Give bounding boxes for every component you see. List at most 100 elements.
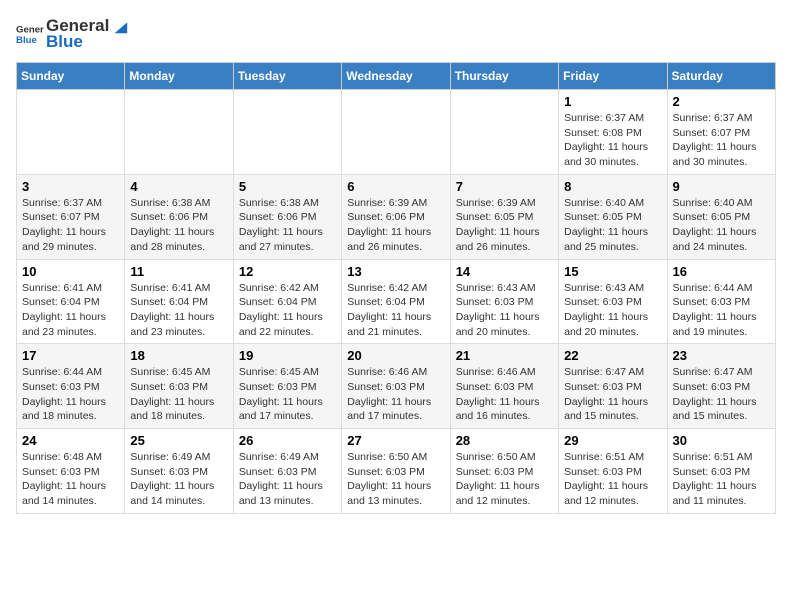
day-cell: 1Sunrise: 6:37 AM Sunset: 6:08 PM Daylig… [559, 90, 667, 175]
day-cell: 27Sunrise: 6:50 AM Sunset: 6:03 PM Dayli… [342, 429, 450, 514]
day-cell: 16 Sunrise: 6:44 AM Sunset: 6:03 PM Dayli… [667, 259, 775, 344]
day-number: 15 [564, 264, 661, 279]
weekday-header-sunday: Sunday [17, 63, 125, 90]
weekday-header-wednesday: Wednesday [342, 63, 450, 90]
day-cell [233, 90, 341, 175]
weekday-header-monday: Monday [125, 63, 233, 90]
day-number: 13 [347, 264, 444, 279]
day-cell: 20 Sunrise: 6:46 AM Sunset: 6:03 PM Dayli… [342, 344, 450, 429]
day-cell: 24 Sunrise: 6:48 AM Sunset: 6:03 PM Dayli… [17, 429, 125, 514]
day-cell: 12 Sunrise: 6:42 AM Sunset: 6:04 PM Dayli… [233, 259, 341, 344]
day-info: Sunrise: 6:38 AM Sunset: 6:06 PM Dayligh… [130, 196, 227, 255]
day-number: 3 [22, 179, 119, 194]
day-cell: 9 Sunrise: 6:40 AM Sunset: 6:05 PM Daylig… [667, 174, 775, 259]
day-number: 28 [456, 433, 553, 448]
day-info: Sunrise: 6:49 AM Sunset: 6:03 PM Dayligh… [130, 450, 227, 509]
day-info: Sunrise: 6:44 AM Sunset: 6:03 PM Dayligh… [673, 281, 770, 340]
day-info: Sunrise: 6:38 AM Sunset: 6:06 PM Dayligh… [239, 196, 336, 255]
day-number: 24 [22, 433, 119, 448]
day-info: Sunrise: 6:51 AM Sunset: 6:03 PM Dayligh… [564, 450, 661, 509]
day-number: 12 [239, 264, 336, 279]
day-info: Sunrise: 6:47 AM Sunset: 6:03 PM Dayligh… [564, 365, 661, 424]
day-info: Sunrise: 6:42 AM Sunset: 6:04 PM Dayligh… [239, 281, 336, 340]
day-cell: 7Sunrise: 6:39 AM Sunset: 6:05 PM Daylig… [450, 174, 558, 259]
page-header: General Blue General Blue [16, 16, 776, 52]
day-info: Sunrise: 6:43 AM Sunset: 6:03 PM Dayligh… [456, 281, 553, 340]
day-number: 26 [239, 433, 336, 448]
week-row-1: 1Sunrise: 6:37 AM Sunset: 6:08 PM Daylig… [17, 90, 776, 175]
week-row-2: 3Sunrise: 6:37 AM Sunset: 6:07 PM Daylig… [17, 174, 776, 259]
day-number: 8 [564, 179, 661, 194]
day-number: 29 [564, 433, 661, 448]
day-cell: 15 Sunrise: 6:43 AM Sunset: 6:03 PM Dayli… [559, 259, 667, 344]
day-info: Sunrise: 6:40 AM Sunset: 6:05 PM Dayligh… [673, 196, 770, 255]
weekday-header-thursday: Thursday [450, 63, 558, 90]
week-row-5: 24 Sunrise: 6:48 AM Sunset: 6:03 PM Dayli… [17, 429, 776, 514]
day-cell: 13 Sunrise: 6:42 AM Sunset: 6:04 PM Dayli… [342, 259, 450, 344]
svg-text:Blue: Blue [16, 35, 37, 46]
logo-icon: General Blue [16, 20, 44, 48]
day-number: 10 [22, 264, 119, 279]
day-number: 30 [673, 433, 770, 448]
day-number: 17 [22, 348, 119, 363]
day-number: 21 [456, 348, 553, 363]
day-cell [342, 90, 450, 175]
day-info: Sunrise: 6:49 AM Sunset: 6:03 PM Dayligh… [239, 450, 336, 509]
day-info: Sunrise: 6:50 AM Sunset: 6:03 PM Dayligh… [347, 450, 444, 509]
day-cell: 23Sunrise: 6:47 AM Sunset: 6:03 PM Dayli… [667, 344, 775, 429]
svg-text:General: General [16, 24, 44, 35]
calendar-table: SundayMondayTuesdayWednesdayThursdayFrid… [16, 62, 776, 514]
day-cell: 17 Sunrise: 6:44 AM Sunset: 6:03 PM Dayli… [17, 344, 125, 429]
day-number: 20 [347, 348, 444, 363]
day-number: 9 [673, 179, 770, 194]
day-info: Sunrise: 6:39 AM Sunset: 6:06 PM Dayligh… [347, 196, 444, 255]
day-cell: 26 Sunrise: 6:49 AM Sunset: 6:03 PM Dayli… [233, 429, 341, 514]
weekday-header-saturday: Saturday [667, 63, 775, 90]
day-number: 6 [347, 179, 444, 194]
day-number: 16 [673, 264, 770, 279]
weekday-header-tuesday: Tuesday [233, 63, 341, 90]
day-info: Sunrise: 6:43 AM Sunset: 6:03 PM Dayligh… [564, 281, 661, 340]
day-info: Sunrise: 6:41 AM Sunset: 6:04 PM Dayligh… [130, 281, 227, 340]
day-cell: 29 Sunrise: 6:51 AM Sunset: 6:03 PM Dayli… [559, 429, 667, 514]
day-info: Sunrise: 6:40 AM Sunset: 6:05 PM Dayligh… [564, 196, 661, 255]
day-info: Sunrise: 6:42 AM Sunset: 6:04 PM Dayligh… [347, 281, 444, 340]
day-number: 7 [456, 179, 553, 194]
day-number: 22 [564, 348, 661, 363]
day-number: 4 [130, 179, 227, 194]
day-number: 25 [130, 433, 227, 448]
day-cell: 14Sunrise: 6:43 AM Sunset: 6:03 PM Dayli… [450, 259, 558, 344]
day-number: 18 [130, 348, 227, 363]
day-cell: 30 Sunrise: 6:51 AM Sunset: 6:03 PM Dayli… [667, 429, 775, 514]
day-cell: 28 Sunrise: 6:50 AM Sunset: 6:03 PM Dayli… [450, 429, 558, 514]
logo-triangle-icon [111, 17, 129, 35]
day-cell: 18 Sunrise: 6:45 AM Sunset: 6:03 PM Dayli… [125, 344, 233, 429]
day-cell [17, 90, 125, 175]
day-info: Sunrise: 6:46 AM Sunset: 6:03 PM Dayligh… [456, 365, 553, 424]
day-info: Sunrise: 6:48 AM Sunset: 6:03 PM Dayligh… [22, 450, 119, 509]
day-cell: 2 Sunrise: 6:37 AM Sunset: 6:07 PM Daylig… [667, 90, 775, 175]
day-info: Sunrise: 6:37 AM Sunset: 6:07 PM Dayligh… [673, 111, 770, 170]
day-info: Sunrise: 6:51 AM Sunset: 6:03 PM Dayligh… [673, 450, 770, 509]
weekday-header-friday: Friday [559, 63, 667, 90]
day-info: Sunrise: 6:50 AM Sunset: 6:03 PM Dayligh… [456, 450, 553, 509]
day-cell: 3Sunrise: 6:37 AM Sunset: 6:07 PM Daylig… [17, 174, 125, 259]
day-cell: 25 Sunrise: 6:49 AM Sunset: 6:03 PM Dayli… [125, 429, 233, 514]
day-number: 23 [673, 348, 770, 363]
day-info: Sunrise: 6:45 AM Sunset: 6:03 PM Dayligh… [130, 365, 227, 424]
logo: General Blue General Blue [16, 16, 129, 52]
day-info: Sunrise: 6:44 AM Sunset: 6:03 PM Dayligh… [22, 365, 119, 424]
day-cell: 21 Sunrise: 6:46 AM Sunset: 6:03 PM Dayli… [450, 344, 558, 429]
week-row-4: 17 Sunrise: 6:44 AM Sunset: 6:03 PM Dayli… [17, 344, 776, 429]
day-number: 2 [673, 94, 770, 109]
day-cell [125, 90, 233, 175]
day-cell: 10 Sunrise: 6:41 AM Sunset: 6:04 PM Dayli… [17, 259, 125, 344]
day-number: 19 [239, 348, 336, 363]
day-cell [450, 90, 558, 175]
week-row-3: 10 Sunrise: 6:41 AM Sunset: 6:04 PM Dayli… [17, 259, 776, 344]
day-cell: 5Sunrise: 6:38 AM Sunset: 6:06 PM Daylig… [233, 174, 341, 259]
weekday-header-row: SundayMondayTuesdayWednesdayThursdayFrid… [17, 63, 776, 90]
day-info: Sunrise: 6:46 AM Sunset: 6:03 PM Dayligh… [347, 365, 444, 424]
day-number: 1 [564, 94, 661, 109]
day-info: Sunrise: 6:41 AM Sunset: 6:04 PM Dayligh… [22, 281, 119, 340]
